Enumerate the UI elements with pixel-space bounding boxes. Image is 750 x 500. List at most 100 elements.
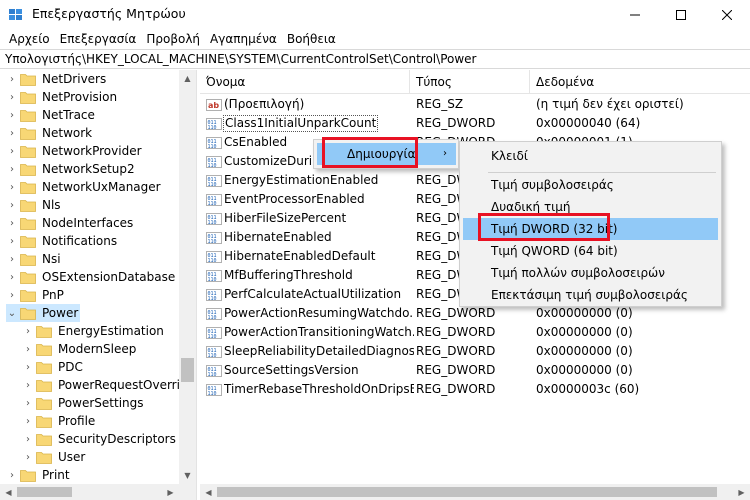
menu-help[interactable]: Βοήθεια (282, 29, 341, 49)
chevron-right-icon[interactable]: › (22, 340, 34, 358)
scroll-right-icon[interactable]: ▶ (733, 484, 750, 500)
menu-view[interactable]: Προβολή (141, 29, 205, 49)
scroll-right-icon[interactable]: ▶ (162, 484, 179, 500)
value-type: REG_DWORD (416, 363, 496, 377)
column-name-header[interactable]: Όνομα (200, 70, 410, 94)
tree-item[interactable]: › Profile (22, 412, 97, 430)
value-row[interactable]: 011 110 Class1InitialUnparkCount REG_DWORD 0… (200, 114, 750, 133)
tree-item[interactable]: › Nsi (6, 250, 63, 268)
tree-item-label: NetProvision (42, 90, 118, 104)
menu-item-multi-string-value[interactable]: Τιμή πολλών συμβολοσειρών (463, 262, 718, 284)
chevron-right-icon[interactable]: › (6, 106, 18, 124)
binary-value-icon: 011110 (206, 383, 222, 397)
tree-item[interactable]: › NetworkSetup2 (6, 160, 137, 178)
menu-item-string-value[interactable]: Τιμή συμβολοσειράς (463, 174, 718, 196)
tree-item[interactable]: › Network (6, 124, 94, 142)
open-folder-icon (20, 307, 36, 320)
menu-item-new[interactable]: Δημιουργία › (317, 143, 456, 165)
address-bar[interactable]: Υπολογιστής\HKEY_LOCAL_MACHINE\SYSTEM\Cu… (0, 49, 750, 69)
svg-text:110: 110 (208, 334, 217, 340)
menu-item-qword-value[interactable]: Τιμή QWORD (64 bit) (463, 240, 718, 262)
binary-value-icon: 011110 (206, 212, 222, 226)
tree-hscroll-thumb[interactable] (17, 487, 72, 497)
chevron-right-icon[interactable]: › (6, 196, 18, 214)
tree-item[interactable]: › NodeInterfaces (6, 214, 135, 232)
tree-item[interactable]: › Notifications (6, 232, 119, 250)
tree-vertical-scrollbar[interactable]: ▲ ▼ (179, 70, 196, 484)
minimize-button[interactable] (612, 0, 658, 29)
chevron-right-icon[interactable]: › (22, 358, 34, 376)
tree-item[interactable]: › ModernSleep (22, 340, 138, 358)
chevron-right-icon[interactable]: › (22, 448, 34, 466)
chevron-right-icon[interactable]: › (22, 376, 34, 394)
tree-item[interactable]: ⌄ Power (6, 304, 81, 322)
maximize-button[interactable] (658, 0, 704, 29)
chevron-right-icon[interactable]: › (22, 322, 34, 340)
close-button[interactable] (704, 0, 750, 29)
tree-horizontal-scrollbar[interactable]: ◀ ▶ (0, 484, 196, 500)
value-data: 0x00000000 (0) (536, 325, 633, 339)
tree-item-label: NetTrace (42, 108, 95, 122)
tree-item[interactable]: › PowerSettings (22, 394, 146, 412)
value-row[interactable]: 011110SleepReliabilityDetailedDiagnostic… (200, 342, 750, 361)
scroll-up-icon[interactable]: ▲ (179, 70, 196, 87)
svg-text:110: 110 (208, 277, 217, 283)
value-row[interactable]: 011 110 PowerActionTransitioningWatch... RE… (200, 323, 750, 342)
tree-scroll-thumb[interactable] (181, 358, 194, 382)
tree-item[interactable]: › PowerRequestOverride (22, 376, 196, 394)
tree-item[interactable]: › NetTrace (6, 106, 97, 124)
menu-item-dword-value[interactable]: Τιμή DWORD (32 bit) (463, 218, 718, 240)
scroll-left-icon[interactable]: ◀ (200, 484, 217, 500)
tree-item[interactable]: › Print (6, 466, 72, 484)
tree-item-label: PDC (58, 360, 83, 374)
list-hscroll-thumb[interactable] (217, 487, 717, 497)
tree-item-label: OSExtensionDatabase (42, 270, 176, 284)
chevron-right-icon[interactable]: › (6, 160, 18, 178)
chevron-right-icon[interactable]: › (6, 88, 18, 106)
tree-item[interactable]: › User (22, 448, 87, 466)
chevron-right-icon[interactable]: › (6, 466, 18, 484)
scroll-left-icon[interactable]: ◀ (0, 484, 17, 500)
tree-item[interactable]: › NetDrivers (6, 70, 108, 88)
tree-item[interactable]: › PDC (22, 358, 85, 376)
chevron-right-icon[interactable]: › (6, 250, 18, 268)
chevron-right-icon[interactable]: › (22, 430, 34, 448)
tree-item[interactable]: › PnP (6, 286, 66, 304)
menu-edit[interactable]: Επεξεργασία (55, 29, 142, 49)
chevron-down-icon[interactable]: ⌄ (6, 304, 18, 322)
tree-item[interactable]: › OSExtensionDatabase (6, 268, 177, 286)
value-row[interactable]: 011 110 SourceSettingsVersion REG_DWORD 0x00… (200, 361, 750, 380)
scroll-down-icon[interactable]: ▼ (179, 467, 196, 484)
tree-item[interactable]: › EnergyEstimation (22, 322, 166, 340)
chevron-right-icon[interactable]: › (6, 232, 18, 250)
menu-file[interactable]: Αρχείο (4, 29, 55, 49)
tree-item[interactable]: › NetProvision (6, 88, 119, 106)
chevron-right-icon[interactable]: › (6, 214, 18, 232)
chevron-right-icon[interactable]: › (6, 178, 18, 196)
value-row[interactable]: ab (Προεπιλογή) REG_SZ (η τιμή δεν έχει ορι… (200, 95, 750, 114)
menu-item-key[interactable]: Κλειδί (463, 145, 718, 167)
tree-item[interactable]: › Nls (6, 196, 63, 214)
list-horizontal-scrollbar[interactable]: ◀ ▶ (200, 484, 750, 500)
chevron-right-icon[interactable]: › (6, 124, 18, 142)
column-type-header[interactable]: Τύπος (410, 70, 530, 94)
folder-icon (20, 235, 36, 248)
tree-item[interactable]: › NetworkUxManager (6, 178, 163, 196)
chevron-right-icon[interactable]: › (22, 412, 34, 430)
menu-item-expandable-string-value[interactable]: Επεκτάσιμη τιμή συμβολοσειράς (463, 284, 718, 306)
tree-item-label: NetworkUxManager (42, 180, 161, 194)
chevron-right-icon[interactable]: › (6, 142, 18, 160)
chevron-right-icon[interactable]: › (6, 268, 18, 286)
chevron-right-icon[interactable]: › (6, 286, 18, 304)
chevron-right-icon[interactable]: › (6, 70, 18, 88)
value-row[interactable]: 011 110 TimerRebaseThresholdOnDripsExit REG… (200, 380, 750, 399)
chevron-right-icon[interactable]: › (22, 394, 34, 412)
tree-item-label: Power (40, 306, 81, 320)
value-type: REG_DWORD (416, 382, 496, 396)
menu-item-binary-value[interactable]: Δυαδική τιμή (463, 196, 718, 218)
tree-item[interactable]: › SecurityDescriptors (22, 430, 178, 448)
menu-favorites[interactable]: Αγαπημένα (205, 29, 282, 49)
tree-item[interactable]: › NetworkProvider (6, 142, 144, 160)
column-data-header[interactable]: Δεδομένα (530, 70, 750, 94)
svg-text:110: 110 (208, 125, 217, 131)
